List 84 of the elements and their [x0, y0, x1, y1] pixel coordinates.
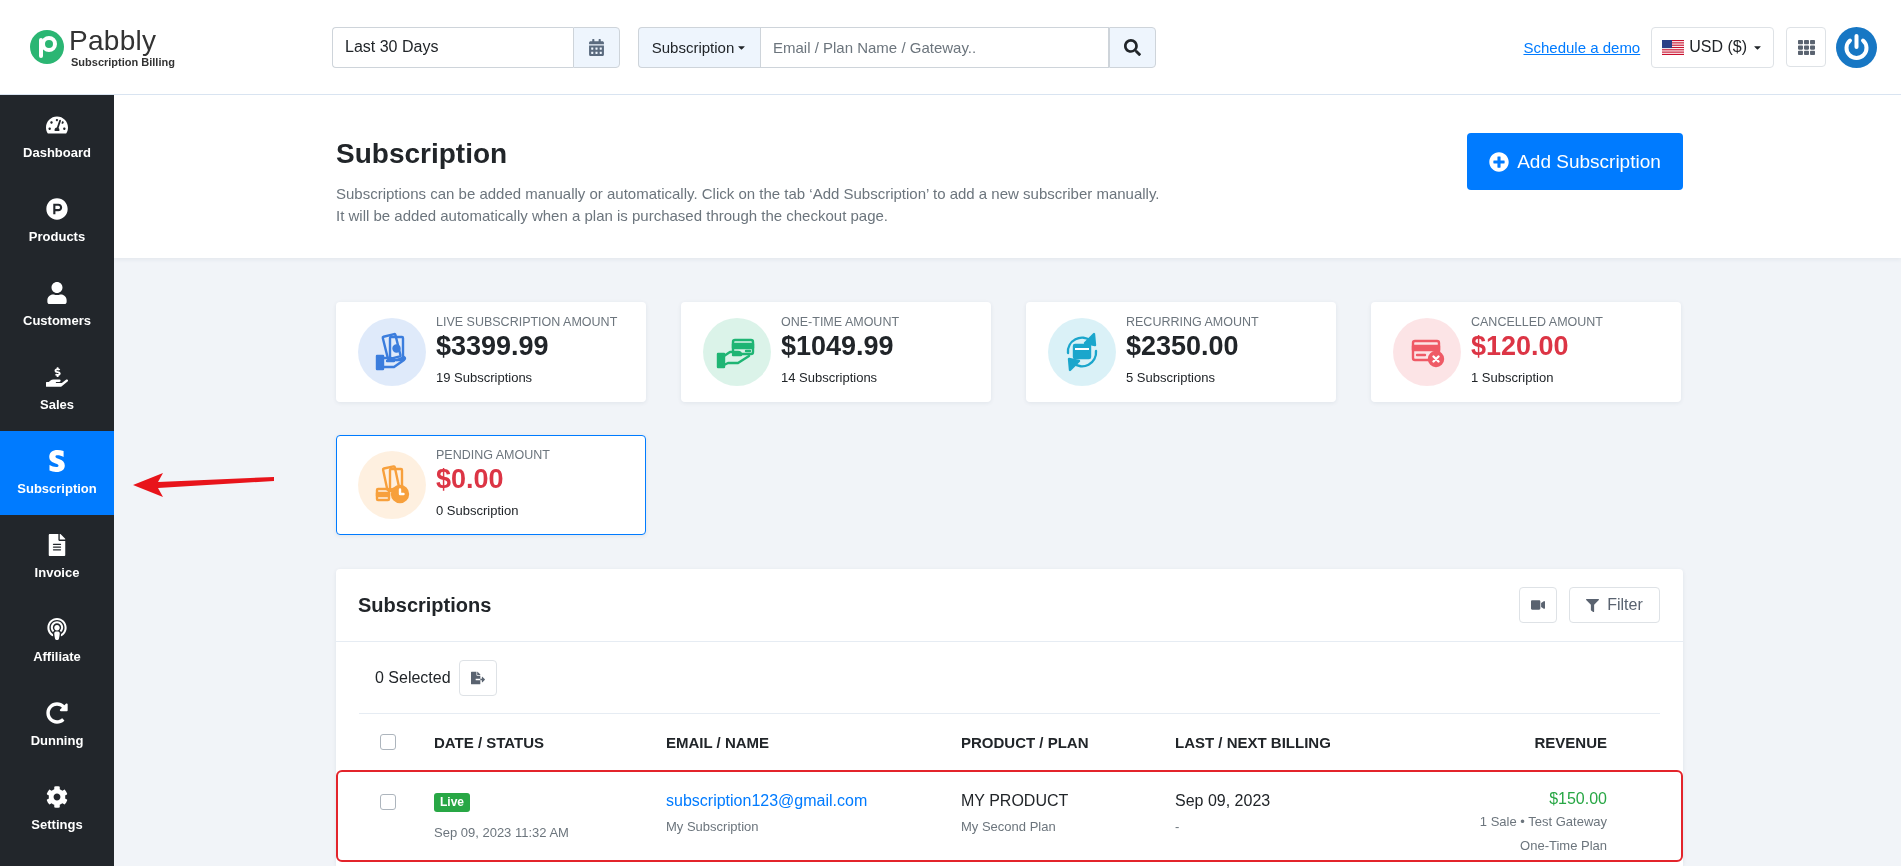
column-header: LAST / NEXT BILLING — [1175, 733, 1331, 751]
power-icon[interactable] — [1836, 26, 1877, 68]
status-badge: Live — [434, 793, 470, 812]
last-billing-date: Sep 09, 2023 — [1175, 791, 1271, 811]
sidebar-item[interactable]: Dashboard — [0, 95, 114, 179]
stat-count: 5 Subscriptions — [1126, 370, 1215, 386]
checkbox[interactable] — [380, 734, 396, 750]
product-name: MY PRODUCT — [961, 791, 1069, 811]
column-header: REVENUE — [1534, 733, 1607, 751]
add-subscription-button[interactable]: Add Subscription — [1467, 133, 1683, 190]
calendar-button[interactable] — [573, 26, 620, 68]
export-button[interactable] — [458, 659, 497, 696]
video-camera-icon — [1531, 598, 1545, 612]
us-flag-icon — [1662, 39, 1685, 55]
sidebar-item[interactable]: Sales — [0, 347, 114, 431]
next-billing-date: - — [1175, 818, 1180, 836]
stat-amount: $1049.99 — [781, 330, 894, 362]
s-icon — [46, 450, 68, 472]
sidebar-item[interactable]: Affiliate — [0, 599, 114, 683]
podcast-icon — [46, 618, 68, 640]
logo-icon — [30, 30, 64, 64]
user-icon — [46, 282, 68, 304]
email-link[interactable]: subscription123@gmail.com — [666, 790, 868, 812]
stat-label: ONE-TIME AMOUNT — [781, 314, 900, 330]
filter-button[interactable]: Filter — [1569, 587, 1660, 623]
stat-label: RECURRING AMOUNT — [1126, 314, 1259, 330]
video-button[interactable] — [1519, 587, 1557, 623]
sidebar-item[interactable]: Settings — [0, 767, 114, 851]
revenue-detail: 1 Sale • Test Gateway — [1479, 813, 1607, 831]
stat-count: 1 Subscription — [1471, 370, 1554, 386]
document-icon — [46, 534, 68, 556]
brand-tagline: Subscription Billing — [71, 55, 175, 69]
apps-button[interactable] — [1786, 27, 1826, 67]
plan-name: My Second Plan — [961, 818, 1056, 836]
gauge-icon — [46, 114, 68, 136]
brand-name: Pabbly — [69, 25, 157, 56]
revenue-amount: $150.00 — [1549, 789, 1607, 809]
sidebar-item[interactable]: Customers — [0, 263, 114, 347]
redo-icon — [46, 702, 68, 724]
stat-card[interactable]: RECURRING AMOUNT $2350.00 5 Subscriptions — [1026, 302, 1336, 402]
filter-icon — [1586, 598, 1600, 612]
currency-dropdown[interactable]: USD ($) — [1651, 26, 1774, 68]
stat-amount: $0.00 — [436, 463, 504, 495]
stat-label: LIVE SUBSCRIPTION AMOUNT — [436, 314, 618, 330]
stat-count: 14 Subscriptions — [781, 370, 878, 386]
plan-type: One-Time Plan — [1520, 837, 1607, 855]
settings-icon — [46, 786, 68, 808]
highlighted-row[interactable]: Live Sep 09, 2023 11:32 AM subscription123@gmail.com My Subscription MY PRODUCT My Second Plan Sep 09, 2023 - $150.00 1 Sale • Test Gateway One-Time Plan — [336, 770, 1683, 862]
stat-count: 19 Subscriptions — [436, 370, 533, 386]
stat-amount: $2350.00 — [1126, 330, 1239, 362]
schedule-demo-link[interactable]: Schedule a demo — [1523, 38, 1641, 56]
stat-count: 0 Subscription — [436, 503, 519, 519]
search-button[interactable] — [1109, 26, 1156, 68]
grid-icon — [1797, 38, 1815, 56]
column-header: DATE / STATUS — [434, 733, 544, 751]
stat-amount: $120.00 — [1471, 330, 1569, 362]
subscription-name: My Subscription — [666, 818, 759, 836]
calendar-icon — [588, 38, 605, 56]
stat-label: CANCELLED AMOUNT — [1471, 314, 1603, 330]
search-scope-dropdown[interactable]: Subscription — [638, 26, 760, 68]
sidebar-item[interactable]: Dunning — [0, 683, 114, 767]
sidebar-item[interactable]: Products — [0, 179, 114, 263]
sidebar-item[interactable]: Invoice — [0, 515, 114, 599]
stat-label: PENDING AMOUNT — [436, 447, 550, 463]
search-icon — [1124, 38, 1141, 56]
page-title: Subscription — [336, 137, 509, 171]
page-description: Subscriptions can be added manually or automatically. Click on the tab ‘Add Subscription’ to add a new subscriber manually. — [336, 184, 1160, 204]
search-field[interactable]: Email / Plan Name / Gateway.. — [760, 26, 1109, 68]
stat-card[interactable]: ONE-TIME AMOUNT $1049.99 14 Subscriptions — [681, 302, 991, 402]
page-description: It will be added automatically when a plan is purchased through the checkout page. — [336, 206, 890, 226]
date-range-field[interactable]: Last 30 Days — [332, 26, 573, 68]
column-header: PRODUCT / PLAN — [961, 733, 1089, 751]
stat-card[interactable]: PENDING AMOUNT $0.00 0 Subscription — [336, 435, 646, 535]
sidebar-item[interactable]: Subscription — [0, 431, 114, 515]
selected-count: 0 Selected — [375, 668, 451, 687]
checkbox[interactable] — [380, 794, 396, 810]
table-title: Subscriptions — [358, 593, 492, 617]
stat-card[interactable]: LIVE SUBSCRIPTION AMOUNT $3399.99 19 Subscriptions — [336, 302, 646, 402]
file-export-icon — [470, 670, 485, 685]
stat-amount: $3399.99 — [436, 330, 549, 362]
date-text: Sep 09, 2023 11:32 AM — [434, 824, 569, 842]
hand-dollar-icon — [46, 366, 68, 388]
column-header: EMAIL / NAME — [666, 733, 770, 751]
stat-card[interactable]: CANCELLED AMOUNT $120.00 1 Subscription — [1371, 302, 1681, 402]
